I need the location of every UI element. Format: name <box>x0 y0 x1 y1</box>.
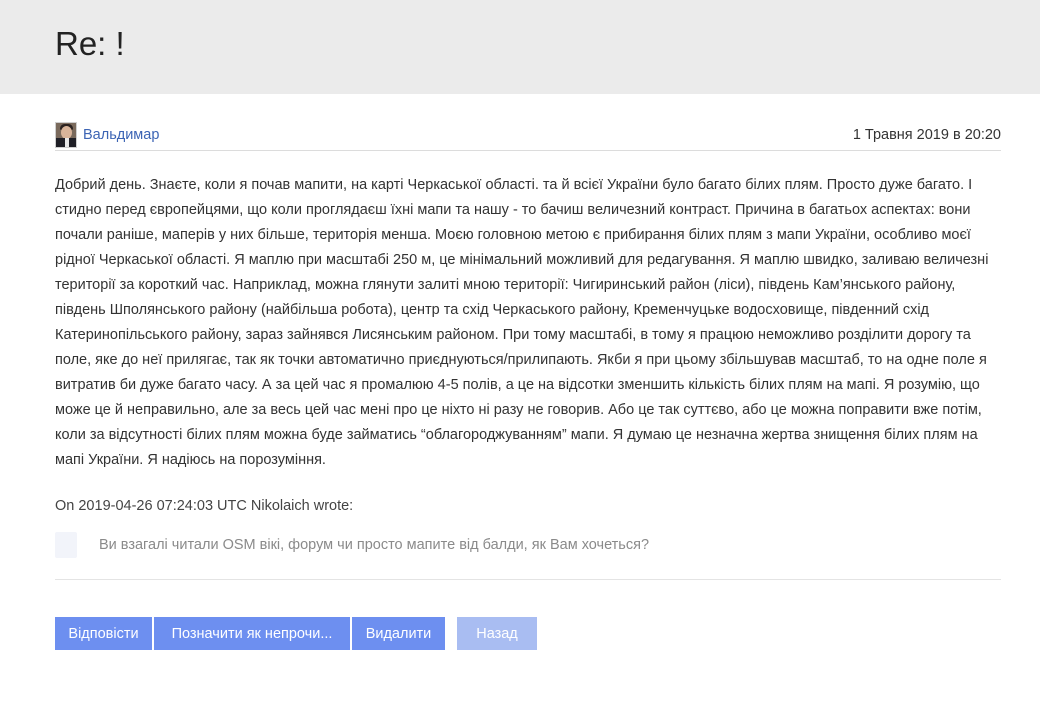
message-timestamp: 1 Травня 2019 в 20:20 <box>852 126 1001 143</box>
header-band: Re: ! <box>0 0 1040 94</box>
quote-marker-icon <box>55 532 77 558</box>
quote-text: Ви взагалі читали OSM вікі, форум чи про… <box>99 537 650 553</box>
action-bar: Відповісти Позначити як непрочи... Видал… <box>55 617 539 650</box>
quote-intro: On 2019-04-26 07:24:03 UTC Nikolaich wro… <box>55 498 354 514</box>
reply-button[interactable]: Відповісти <box>55 617 152 650</box>
avatar-shirt <box>65 137 69 147</box>
author-link[interactable]: Вальдимар <box>83 127 159 143</box>
back-button[interactable]: Назад <box>457 617 537 650</box>
author-block: Вальдимар <box>55 121 159 148</box>
delete-button[interactable]: Видалити <box>352 617 445 650</box>
message-meta: Вальдимар 1 Травня 2019 в 20:20 <box>55 121 1001 151</box>
message-body: Добрий день. Знаєте, коли я почав мапити… <box>55 177 989 468</box>
mark-unread-button[interactable]: Позначити як непрочи... <box>154 617 350 650</box>
quote-block: Ви взагалі читали OSM вікі, форум чи про… <box>55 531 1001 559</box>
message: Вальдимар 1 Травня 2019 в 20:20 Добрий д… <box>55 121 1001 580</box>
page-title: Re: ! <box>55 25 125 62</box>
divider <box>55 579 1001 580</box>
avatar[interactable] <box>55 121 77 148</box>
